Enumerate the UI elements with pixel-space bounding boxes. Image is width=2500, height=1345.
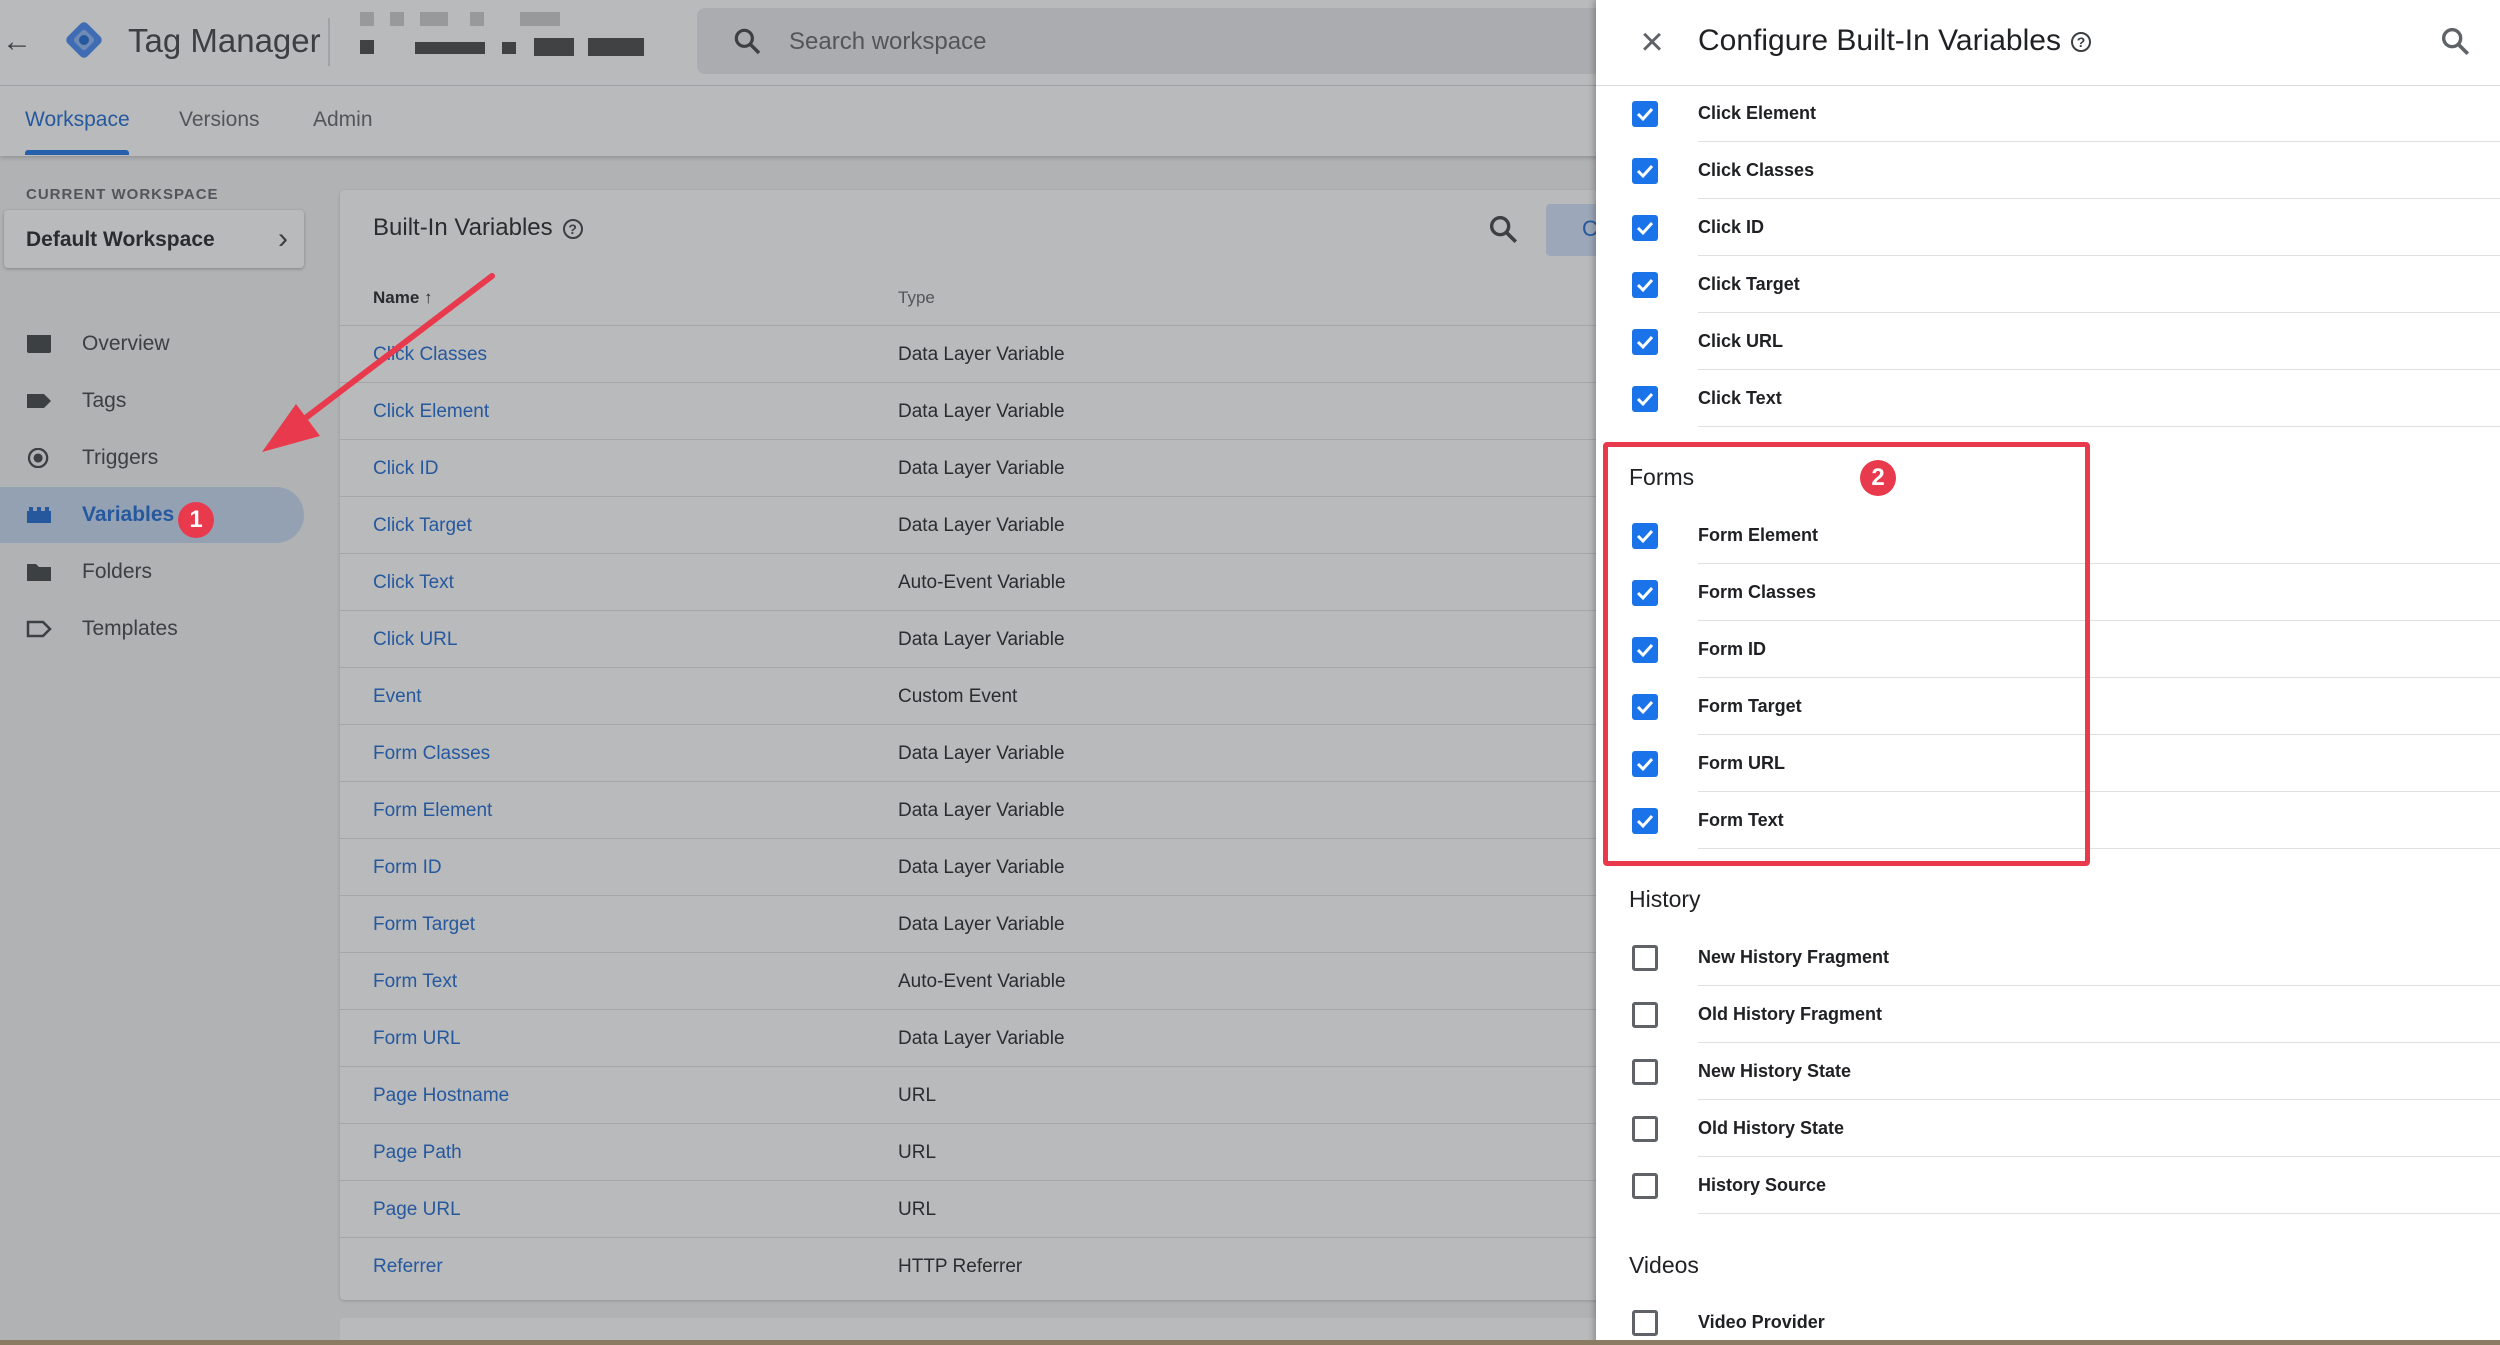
close-icon[interactable]: × (1632, 22, 1672, 62)
checkbox-checked-icon[interactable] (1632, 101, 1658, 127)
checkbox-label: History Source (1698, 1175, 1827, 1195)
checkbox-label: Click URL (1698, 331, 1784, 351)
checkbox-label: New History Fragment (1698, 947, 1890, 967)
checkbox-label: Click ID (1698, 217, 1765, 237)
checkbox-label: New History State (1698, 1061, 1852, 1081)
checkbox-unchecked-icon[interactable] (1632, 1059, 1658, 1085)
checkbox-row[interactable]: Video Provider (1596, 1294, 2500, 1345)
checkbox-unchecked-icon[interactable] (1632, 945, 1658, 971)
checkbox-row[interactable]: Click ID (1596, 199, 2500, 256)
modal-scrim[interactable] (0, 0, 1596, 1345)
checkbox-label: Click Classes (1698, 160, 1815, 180)
checkbox-label: Old History State (1698, 1118, 1845, 1138)
section-videos-title: Videos (1629, 1252, 1699, 1278)
panel-header: × Configure Built-In Variables? (1596, 0, 2500, 86)
checkbox-unchecked-icon[interactable] (1632, 1116, 1658, 1142)
checkbox-checked-icon[interactable] (1632, 158, 1658, 184)
checkbox-row[interactable]: Click Text (1596, 370, 2500, 427)
checkbox-row[interactable]: Old History State (1596, 1100, 2500, 1157)
checkbox-unchecked-icon[interactable] (1632, 1310, 1658, 1336)
search-icon[interactable] (2438, 24, 2472, 58)
checkbox-row[interactable]: Click Element (1596, 85, 2500, 142)
checkbox-label: Click Text (1698, 388, 1782, 408)
help-icon[interactable]: ? (2070, 32, 2091, 53)
section-history-title: History (1629, 886, 1701, 912)
forms-highlight-box (1603, 442, 2090, 866)
row-divider (1698, 426, 2500, 427)
checkbox-unchecked-icon[interactable] (1632, 1173, 1658, 1199)
checkbox-unchecked-icon[interactable] (1632, 1002, 1658, 1028)
checkbox-row[interactable]: New History State (1596, 1043, 2500, 1100)
row-divider (1698, 1213, 2500, 1214)
checkbox-checked-icon[interactable] (1632, 215, 1658, 241)
checkbox-row[interactable]: History Source (1596, 1157, 2500, 1214)
panel-title: Configure Built-In Variables? (1698, 24, 2091, 58)
checkbox-row[interactable]: Click Classes (1596, 142, 2500, 199)
checkbox-label: Click Target (1698, 274, 1800, 294)
checkbox-checked-icon[interactable] (1632, 272, 1658, 298)
checkbox-row[interactable]: New History Fragment (1596, 929, 2500, 986)
checkbox-checked-icon[interactable] (1632, 386, 1658, 412)
checkbox-row[interactable]: Click URL (1596, 313, 2500, 370)
step-badge-1: 1 (178, 502, 214, 538)
checkbox-row[interactable]: Old History Fragment (1596, 986, 2500, 1043)
checkbox-checked-icon[interactable] (1632, 329, 1658, 355)
step-badge-2: 2 (1860, 460, 1896, 496)
checkbox-label: Video Provider (1698, 1312, 1825, 1332)
checkbox-label: Click Element (1698, 103, 1817, 123)
panel-title-text: Configure Built-In Variables (1698, 24, 2061, 57)
bottom-edge (0, 1340, 2500, 1345)
checkbox-row[interactable]: Click Target (1596, 256, 2500, 313)
checkbox-label: Old History Fragment (1698, 1004, 1883, 1024)
